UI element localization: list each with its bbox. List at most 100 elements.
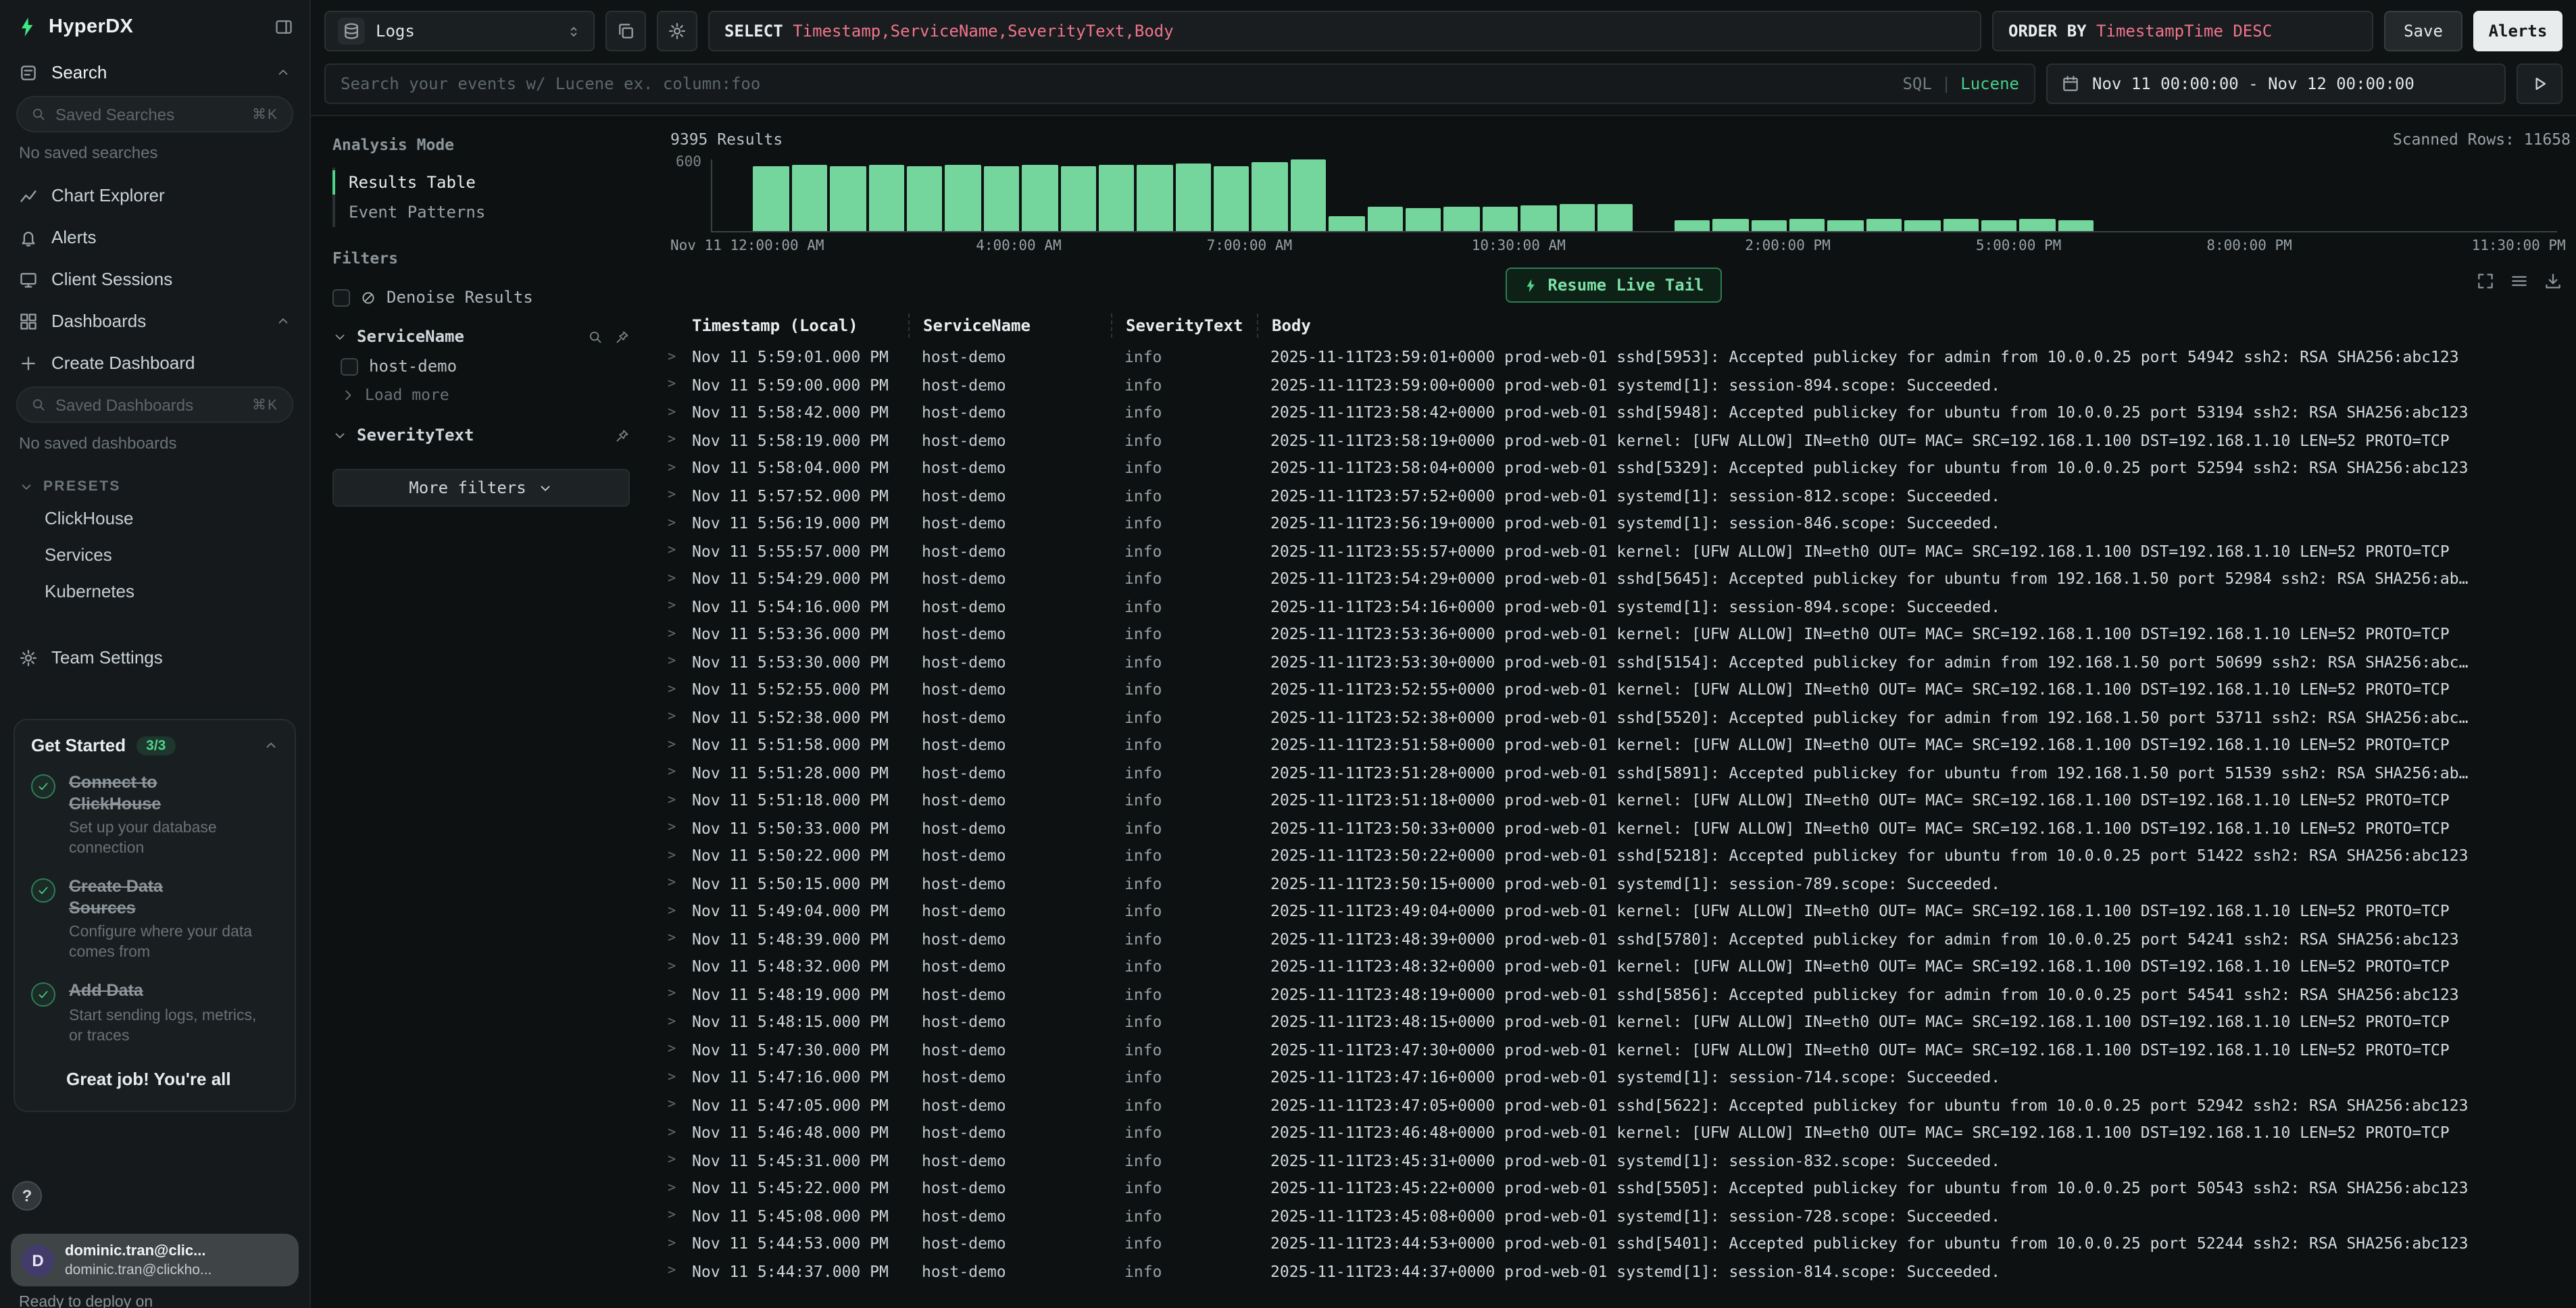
histogram-bar[interactable] [1022, 164, 1058, 231]
histogram-bar[interactable] [1675, 220, 1710, 231]
row-expand-icon[interactable]: > [651, 378, 692, 393]
row-expand-icon[interactable]: > [651, 959, 692, 974]
mode-event-patterns[interactable]: Event Patterns [335, 197, 630, 227]
table-row[interactable]: >Nov 11 5:50:22.000 PMhost-demoinfo2025-… [651, 842, 2576, 870]
row-expand-icon[interactable]: > [651, 1181, 692, 1196]
run-query-button[interactable] [2517, 64, 2562, 104]
row-expand-icon[interactable]: > [651, 904, 692, 919]
histogram-bar[interactable] [1559, 203, 1595, 231]
histogram-bar[interactable] [2020, 219, 2056, 231]
histogram-bar[interactable] [868, 165, 904, 231]
row-expand-icon[interactable]: > [651, 738, 692, 753]
table-row[interactable]: >Nov 11 5:51:28.000 PMhost-demoinfo2025-… [651, 759, 2576, 786]
table-row[interactable]: >Nov 11 5:58:42.000 PMhost-demoinfo2025-… [651, 399, 2576, 426]
get-started-header[interactable]: Get Started 3/3 [31, 735, 278, 755]
row-expand-icon[interactable]: > [651, 572, 692, 586]
servicename-filter-group[interactable]: ServiceName [332, 313, 630, 351]
col-timestamp[interactable]: Timestamp (Local) [692, 316, 908, 335]
magnifier-icon[interactable] [588, 329, 603, 344]
panel-toggle-icon[interactable] [274, 18, 293, 36]
table-row[interactable]: >Nov 11 5:59:00.000 PMhost-demoinfo2025-… [651, 371, 2576, 399]
histogram-bar[interactable] [1866, 219, 1902, 231]
row-expand-icon[interactable]: > [651, 599, 692, 614]
chevron-up-icon[interactable] [264, 738, 278, 753]
table-row[interactable]: >Nov 11 5:52:55.000 PMhost-demoinfo2025-… [651, 676, 2576, 703]
row-expand-icon[interactable]: > [651, 682, 692, 697]
filter-value-host-demo[interactable]: host-demo [332, 351, 630, 381]
sidebar-item-chart-explorer[interactable]: Chart Explorer [0, 174, 309, 216]
table-row[interactable]: >Nov 11 5:48:15.000 PMhost-demoinfo2025-… [651, 1008, 2576, 1036]
histogram-bar[interactable] [907, 167, 943, 231]
download-icon[interactable] [2544, 272, 2562, 291]
histogram-bar[interactable] [830, 166, 866, 231]
host-demo-checkbox[interactable] [341, 357, 358, 375]
table-row[interactable]: >Nov 11 5:54:29.000 PMhost-demoinfo2025-… [651, 565, 2576, 593]
table-row[interactable]: >Nov 11 5:58:19.000 PMhost-demoinfo2025-… [651, 426, 2576, 454]
table-row[interactable]: >Nov 11 5:45:08.000 PMhost-demoinfo2025-… [651, 1202, 2576, 1230]
save-button[interactable]: Save [2384, 11, 2462, 51]
histogram-bar[interactable] [1597, 204, 1633, 231]
histogram-bar[interactable] [1904, 220, 1940, 231]
row-expand-icon[interactable]: > [651, 1236, 692, 1251]
expand-icon[interactable] [2476, 272, 2495, 291]
table-row[interactable]: >Nov 11 5:51:18.000 PMhost-demoinfo2025-… [651, 786, 2576, 814]
sidebar-item-dashboards[interactable]: Dashboards [0, 300, 309, 342]
row-expand-icon[interactable]: > [651, 987, 692, 1002]
table-row[interactable]: >Nov 11 5:53:36.000 PMhost-demoinfo2025-… [651, 620, 2576, 648]
lang-lucene[interactable]: Lucene [1960, 74, 2019, 93]
table-row[interactable]: >Nov 11 5:59:01.000 PMhost-demoinfo2025-… [651, 343, 2576, 371]
alerts-button[interactable]: Alerts [2473, 11, 2562, 51]
copy-query-button[interactable] [605, 11, 646, 51]
search-input[interactable]: Search your events w/ Lucene ex. column:… [324, 64, 2035, 104]
sidebar-item-search[interactable]: Search [0, 51, 309, 93]
table-row[interactable]: >Nov 11 5:45:22.000 PMhost-demoinfo2025-… [651, 1174, 2576, 1202]
row-expand-icon[interactable]: > [651, 1042, 692, 1057]
histogram-bar[interactable] [2058, 220, 2094, 231]
col-body[interactable]: Body [1257, 313, 2576, 338]
table-row[interactable]: >Nov 11 5:44:53.000 PMhost-demoinfo2025-… [651, 1230, 2576, 1257]
row-expand-icon[interactable]: > [651, 544, 692, 559]
more-filters-button[interactable]: More filters [332, 469, 630, 507]
histogram-bar[interactable] [1751, 220, 1787, 231]
table-row[interactable]: >Nov 11 5:53:30.000 PMhost-demoinfo2025-… [651, 648, 2576, 676]
row-expand-icon[interactable]: > [651, 1126, 692, 1140]
date-range-picker[interactable]: Nov 11 00:00:00 - Nov 12 00:00:00 [2046, 64, 2506, 104]
pin-icon[interactable] [615, 428, 630, 443]
order-by-input[interactable]: ORDER BY TimestampTime DESC [1992, 11, 2373, 51]
table-row[interactable]: >Nov 11 5:45:31.000 PMhost-demoinfo2025-… [651, 1147, 2576, 1174]
row-expand-icon[interactable]: > [651, 350, 692, 365]
row-expand-icon[interactable]: > [651, 405, 692, 420]
mode-results-table[interactable]: Results Table [335, 168, 630, 197]
sidebar-item-services[interactable]: Services [0, 536, 309, 573]
histogram-bar[interactable] [983, 166, 1019, 231]
histogram-bar[interactable] [1483, 207, 1518, 231]
presets-section-header[interactable]: PRESETS [0, 465, 309, 500]
histogram-bar[interactable] [1444, 207, 1480, 231]
histogram-bar[interactable] [1214, 166, 1249, 231]
histogram-bar[interactable] [1252, 162, 1288, 231]
histogram-bar[interactable] [945, 165, 981, 231]
histogram-bar[interactable] [1520, 206, 1556, 231]
row-expand-icon[interactable]: > [651, 488, 692, 503]
sidebar-item-kubernetes[interactable]: Kubernetes [0, 573, 309, 609]
table-row[interactable]: >Nov 11 5:58:04.000 PMhost-demoinfo2025-… [651, 454, 2576, 482]
table-row[interactable]: >Nov 11 5:48:39.000 PMhost-demoinfo2025-… [651, 925, 2576, 953]
row-expand-icon[interactable]: > [651, 710, 692, 725]
language-toggle[interactable]: SQL | Lucene [1902, 74, 2019, 93]
row-expand-icon[interactable]: > [651, 655, 692, 670]
saved-dashboards-input[interactable]: Saved Dashboards ⌘K [16, 386, 293, 423]
sql-select-input[interactable]: SELECT Timestamp,ServiceName,SeverityTex… [708, 11, 1981, 51]
table-row[interactable]: >Nov 11 5:55:57.000 PMhost-demoinfo2025-… [651, 537, 2576, 565]
checklist-item-sources[interactable]: Create Data Sources Configure where your… [31, 877, 278, 963]
user-menu[interactable]: D dominic.tran@clic... dominic.tran@clic… [11, 1234, 299, 1286]
histogram-bar[interactable] [1828, 220, 1864, 231]
lang-sql[interactable]: SQL [1902, 74, 1931, 93]
table-row[interactable]: >Nov 11 5:46:48.000 PMhost-demoinfo2025-… [651, 1119, 2576, 1147]
query-settings-button[interactable] [657, 11, 697, 51]
histogram-bar[interactable] [1060, 166, 1096, 231]
table-row[interactable]: >Nov 11 5:48:32.000 PMhost-demoinfo2025-… [651, 953, 2576, 980]
denoise-checkbox[interactable] [332, 288, 350, 306]
row-expand-icon[interactable]: > [651, 1153, 692, 1168]
histogram-bar[interactable] [1291, 159, 1327, 231]
sidebar-item-client-sessions[interactable]: Client Sessions [0, 258, 309, 300]
